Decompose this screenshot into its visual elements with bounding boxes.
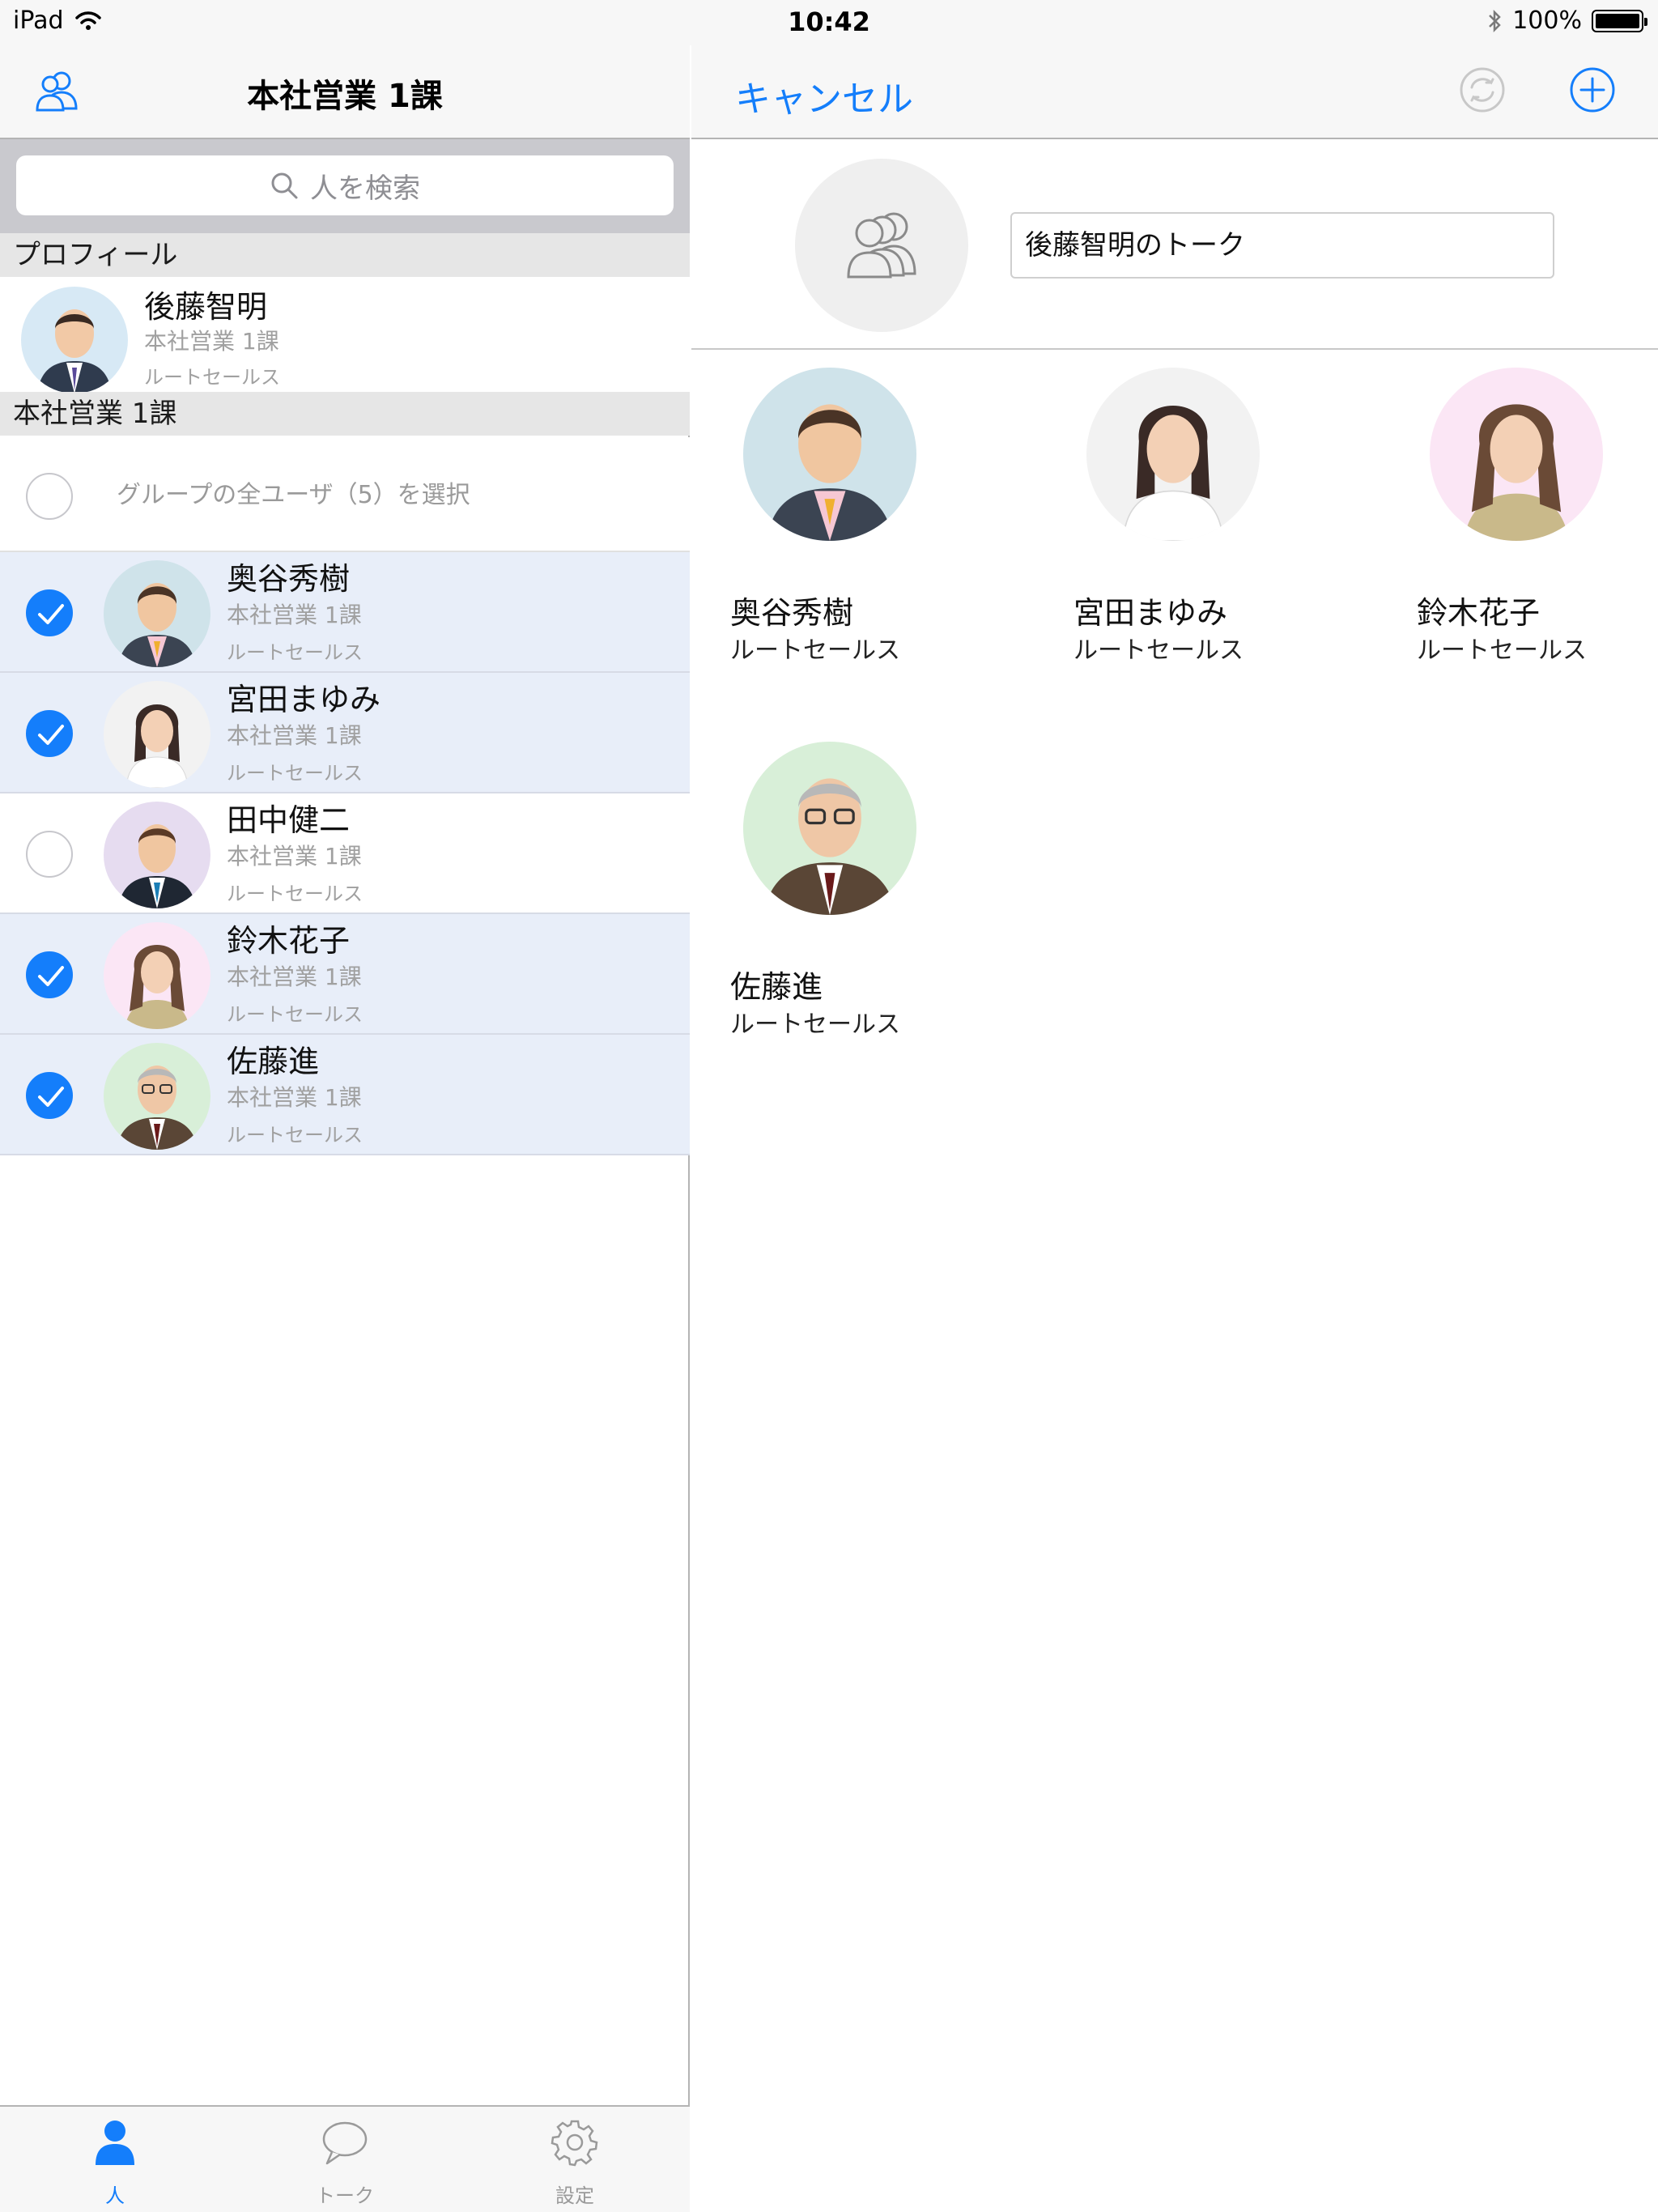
left-navigation-bar: 本社営業 1課 xyxy=(0,45,690,139)
search-bar: 人を検索 xyxy=(0,139,690,233)
status-time: 10:42 xyxy=(788,6,870,37)
selected-member-card[interactable]: 宮田まゆみ ルートセールス xyxy=(1054,368,1394,708)
checkmark-icon xyxy=(38,725,64,745)
member-checkbox[interactable] xyxy=(26,831,73,878)
cancel-button[interactable]: キャンセル xyxy=(735,70,913,121)
people-list-pane: 本社営業 1課 人を検索 プロフィール 後藤智明 本社営業 1課 ルートセールス xyxy=(0,0,690,2212)
avatar xyxy=(21,287,128,393)
page-title: 本社営業 1課 xyxy=(247,78,443,115)
member-department: 本社営業 1課 xyxy=(227,843,362,870)
search-icon xyxy=(271,172,298,199)
member-name: 田中健二 xyxy=(227,802,351,838)
avatar xyxy=(104,560,210,667)
member-department: 本社営業 1課 xyxy=(227,1084,362,1111)
member-row-okutani[interactable]: 奥谷秀樹 本社営業 1課 ルートセールス xyxy=(0,552,690,673)
status-bar: iPad 10:42 100% xyxy=(0,0,1658,45)
tab-bar: 人 トーク 設定 xyxy=(0,2105,690,2212)
group-avatar[interactable] xyxy=(795,159,968,332)
member-name: 宮田まゆみ xyxy=(227,682,381,717)
gear-icon xyxy=(551,2120,598,2167)
member-checkbox[interactable] xyxy=(26,951,73,998)
profile-row[interactable]: 後藤智明 本社営業 1課 ルートセールス xyxy=(0,277,690,393)
section-header-profile: プロフィール xyxy=(0,233,690,277)
checkmark-icon xyxy=(38,1087,64,1107)
member-role: ルートセールス xyxy=(227,1124,363,1146)
tab-label: トーク xyxy=(316,2184,374,2207)
card-role: ルートセールス xyxy=(1417,636,1587,665)
member-row-miyata[interactable]: 宮田まゆみ 本社営業 1課 ルートセールス xyxy=(0,673,690,793)
select-all-checkbox[interactable] xyxy=(26,473,73,520)
tab-talk[interactable]: トーク xyxy=(230,2107,460,2212)
member-row-suzuki[interactable]: 鈴木花子 本社営業 1課 ルートセールス xyxy=(0,914,690,1035)
avatar xyxy=(743,368,916,541)
person-icon xyxy=(96,2121,134,2165)
member-department: 本社営業 1課 xyxy=(227,722,362,749)
card-name: 奥谷秀樹 xyxy=(730,595,854,631)
avatar xyxy=(1086,368,1260,541)
member-checkbox[interactable] xyxy=(26,710,73,757)
search-placeholder: 人を検索 xyxy=(310,172,420,205)
tab-label: 人 xyxy=(105,2184,125,2207)
member-department: 本社営業 1課 xyxy=(227,602,362,628)
card-role: ルートセールス xyxy=(730,1010,900,1039)
card-name: 佐藤進 xyxy=(730,969,823,1005)
card-role: ルートセールス xyxy=(730,636,900,665)
member-row-tanaka[interactable]: 田中健二 本社営業 1課 ルートセールス xyxy=(0,793,690,914)
add-circle-icon[interactable] xyxy=(1566,63,1619,117)
member-role: ルートセールス xyxy=(227,883,363,905)
member-row-sato[interactable]: 佐藤進 本社営業 1課 ルートセールス xyxy=(0,1035,690,1155)
card-name: 鈴木花子 xyxy=(1417,595,1541,631)
tab-label: 設定 xyxy=(555,2184,594,2207)
member-department: 本社営業 1課 xyxy=(227,963,362,990)
member-name: 奥谷秀樹 xyxy=(227,561,351,597)
card-name: 宮田まゆみ xyxy=(1073,595,1228,631)
checkmark-icon xyxy=(38,604,64,624)
member-role: ルートセールス xyxy=(227,1003,363,1026)
group-icon xyxy=(847,212,916,279)
select-all-label: グループの全ユーザ（5）を選択 xyxy=(117,481,470,509)
profile-name: 後藤智明 xyxy=(144,289,268,325)
selected-member-card[interactable]: 鈴木花子 ルートセールス xyxy=(1397,368,1656,708)
card-role: ルートセールス xyxy=(1073,636,1244,665)
chat-bubble-icon xyxy=(322,2121,368,2165)
status-right: 100% xyxy=(1486,6,1647,35)
right-navigation-bar: キャンセル xyxy=(691,45,1658,139)
talk-name-input[interactable]: 後藤智明のトーク xyxy=(1010,212,1554,279)
avatar xyxy=(104,802,210,908)
member-role: ルートセールス xyxy=(227,762,363,785)
selected-member-card[interactable]: 奥谷秀樹 ルートセールス xyxy=(711,368,1051,708)
checkmark-icon xyxy=(38,966,64,986)
selected-member-card[interactable]: 佐藤進 ルートセールス xyxy=(711,742,1051,1082)
sync-icon[interactable] xyxy=(1456,63,1509,117)
member-checkbox[interactable] xyxy=(26,589,73,636)
battery-percent: 100% xyxy=(1512,6,1582,35)
member-role: ルートセールス xyxy=(227,641,363,664)
member-checkbox[interactable] xyxy=(26,1072,73,1119)
search-input[interactable]: 人を検索 xyxy=(16,155,674,215)
section-header-group: 本社営業 1課 xyxy=(0,392,690,436)
talk-header: 後藤智明のトーク xyxy=(691,139,1658,350)
tab-settings[interactable]: 設定 xyxy=(460,2107,690,2212)
profile-role: ルートセールス xyxy=(144,366,280,389)
select-all-row[interactable]: グループの全ユーザ（5）を選択 xyxy=(0,437,690,552)
battery-icon xyxy=(1592,9,1647,32)
avatar xyxy=(104,681,210,788)
avatar xyxy=(743,742,916,915)
avatar xyxy=(1430,368,1603,541)
profile-department: 本社営業 1課 xyxy=(144,328,279,355)
tab-people[interactable]: 人 xyxy=(0,2107,230,2212)
avatar xyxy=(104,1043,210,1150)
bluetooth-icon xyxy=(1489,9,1501,32)
avatar xyxy=(104,922,210,1029)
member-name: 鈴木花子 xyxy=(227,923,351,959)
member-name: 佐藤進 xyxy=(227,1044,320,1079)
